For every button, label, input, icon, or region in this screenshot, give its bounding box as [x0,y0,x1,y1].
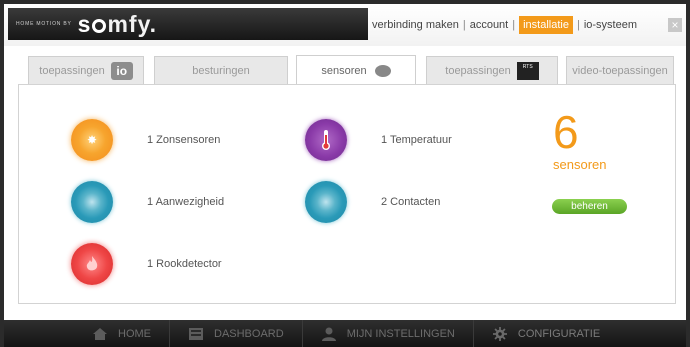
gear-icon [492,326,507,341]
nav-verbinding-maken[interactable]: verbinding maken [372,19,459,31]
smoke-detector-icon [71,243,113,285]
top-nav: verbinding maken | account | installatie… [372,15,637,35]
logo-letter: s [77,10,92,37]
header: HOME MOTION BY s mfy. verbinding maken |… [4,4,686,46]
presence-sensor-icon [71,181,113,223]
rts-badge-icon: RTS [516,61,539,80]
sensor-temperatuur[interactable]: 1 Temperatuur [305,119,452,161]
tab-bar: toepassingen io besturingen sensoren toe… [18,46,676,86]
thermometer-glyph [322,130,330,150]
sun-sensor-icon [71,119,113,161]
sensor-label: 1 Zonsensoren [147,134,221,146]
bottom-nav-label: HOME [118,327,151,340]
sensor-label: 2 Contacten [381,196,441,208]
user-icon [321,327,336,341]
tab-sensoren[interactable]: sensoren [296,55,416,85]
thermometer-icon [305,119,347,161]
nav-account[interactable]: account [470,19,509,31]
io-badge-icon: io [110,61,133,80]
nav-io-systeem[interactable]: io-systeem [584,19,637,31]
sensor-contacten[interactable]: 2 Contacten [305,181,440,223]
logo-wordmark: s mfy. [78,11,157,38]
bottom-nav-configuratie[interactable]: CONFIGURATIE [474,320,618,347]
contact-sensor-icon [305,181,347,223]
logo-letters: mfy. [107,10,158,37]
bottom-nav-label: MIJN INSTELLINGEN [346,327,455,340]
bottom-nav-mijn-instellingen[interactable]: MIJN INSTELLINGEN [303,320,474,347]
dashboard-icon [189,327,203,340]
sensor-rookdetector[interactable]: 1 Rookdetector [71,243,222,285]
bottom-nav-label: DASHBOARD [214,327,284,340]
sensor-label: 1 Rookdetector [147,258,222,270]
tab-toepassingen-rts[interactable]: toepassingen RTS [426,56,558,84]
sensor-icon [374,64,391,77]
nav-separator: | [462,19,466,31]
bottom-nav-home[interactable]: HOME [4,320,170,347]
manage-button[interactable]: beheren [552,199,627,214]
tab-label: toepassingen [445,64,511,77]
tab-label: video-toepassingen [572,64,668,77]
sensor-label: 1 Aanwezigheid [147,196,225,208]
sensor-panel: 1 Zonsensoren 1 Temperatuur 1 Aanwezighe… [18,84,676,304]
bottom-nav-dashboard[interactable]: DASHBOARD [170,320,303,347]
home-icon [93,327,107,340]
close-icon[interactable]: × [668,18,682,32]
bottom-nav-label: CONFIGURATIE [517,327,601,340]
sensor-count: 6 [553,106,579,158]
tab-label: sensoren [321,64,367,77]
nav-installatie[interactable]: installatie [519,16,573,34]
bottom-nav: HOME DASHBOARD MIJN INSTELLINGEN CONFIGU… [4,320,686,347]
tab-label: besturingen [192,64,250,77]
tab-video-toepassingen[interactable]: video-toepassingen [566,56,674,84]
logo-o-mark [92,18,107,33]
nav-separator: | [512,19,516,31]
sensor-aanwezigheid[interactable]: 1 Aanwezigheid [71,181,224,223]
tab-besturingen[interactable]: besturingen [154,56,288,84]
nav-separator: | [576,19,580,31]
sensor-label: 1 Temperatuur [381,134,452,146]
sensor-zonsensoren[interactable]: 1 Zonsensoren [71,119,220,161]
flame-glyph [86,256,98,271]
logo-tagline: HOME MOTION BY [16,21,72,27]
tab-label: toepassingen [39,64,105,77]
app-window: HOME MOTION BY s mfy. verbinding maken |… [4,4,686,322]
logo: HOME MOTION BY s mfy. [8,8,368,40]
tab-toepassingen-io[interactable]: toepassingen io [28,56,144,84]
sensor-count-label: sensoren [553,157,607,172]
